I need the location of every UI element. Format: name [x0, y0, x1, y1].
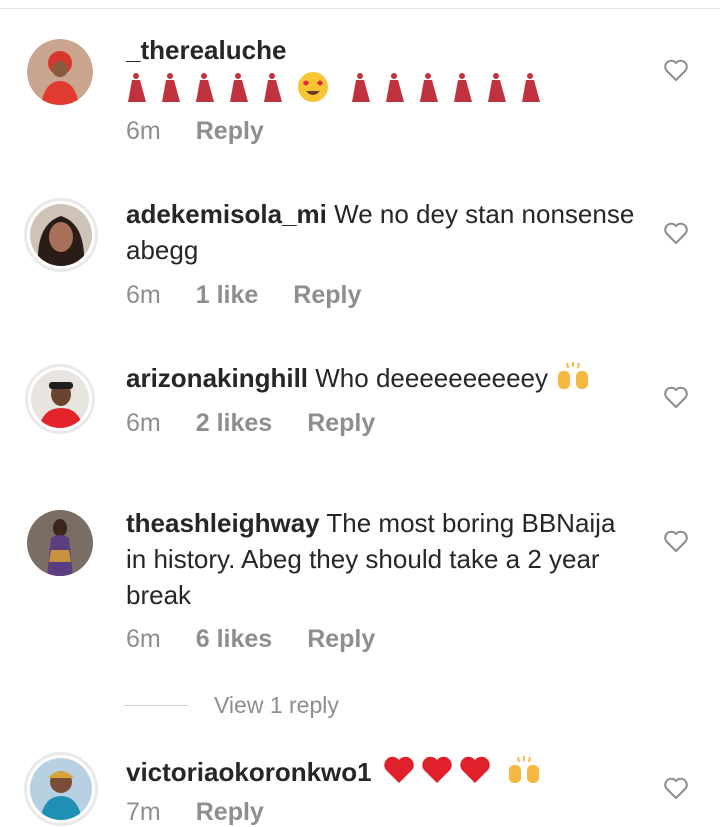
- like-heart-icon[interactable]: [663, 529, 689, 553]
- avatar[interactable]: [25, 364, 95, 434]
- reply-button[interactable]: Reply: [196, 798, 264, 827]
- red-hearts-icon: [384, 756, 490, 783]
- like-heart-icon[interactable]: [663, 385, 689, 409]
- avatar[interactable]: [27, 510, 93, 576]
- reply-button[interactable]: Reply: [196, 117, 264, 146]
- likes-count[interactable]: 6 likes: [196, 625, 272, 654]
- reply-button[interactable]: Reply: [307, 409, 375, 438]
- comment-time: 6m: [126, 281, 161, 309]
- like-heart-icon[interactable]: [663, 776, 689, 800]
- avatar[interactable]: [24, 752, 98, 826]
- reply-button[interactable]: Reply: [293, 281, 361, 310]
- reply-button[interactable]: Reply: [307, 625, 375, 654]
- comment-username[interactable]: arizonakinghill: [126, 363, 308, 393]
- like-heart-icon[interactable]: [663, 221, 689, 245]
- replies-divider: [124, 705, 188, 706]
- avatar[interactable]: [24, 198, 98, 272]
- comment-username[interactable]: theashleighway: [126, 508, 320, 538]
- raising-hands-icon: [558, 362, 589, 389]
- comment-username[interactable]: _therealuche: [126, 32, 646, 68]
- view-replies-button[interactable]: View 1 reply: [124, 692, 339, 719]
- comment-time: 6m: [126, 625, 161, 653]
- raising-hands-icon: [509, 756, 540, 783]
- like-heart-icon[interactable]: [663, 58, 689, 82]
- avatar[interactable]: [27, 39, 93, 105]
- comment-username[interactable]: victoriaokoronkwo1: [126, 757, 372, 787]
- view-replies-label: View 1 reply: [214, 692, 339, 718]
- comment-emojis: [126, 70, 646, 106]
- comment-time: 6m: [126, 117, 161, 145]
- comment-text: Who deeeeeeeeeey: [315, 363, 549, 393]
- top-divider: [0, 8, 720, 9]
- likes-count[interactable]: 2 likes: [196, 409, 272, 438]
- likes-count[interactable]: 1 like: [196, 281, 259, 310]
- comment-time: 7m: [126, 798, 161, 826]
- comment-username[interactable]: adekemisola_mi: [126, 199, 327, 229]
- comment-time: 6m: [126, 409, 161, 437]
